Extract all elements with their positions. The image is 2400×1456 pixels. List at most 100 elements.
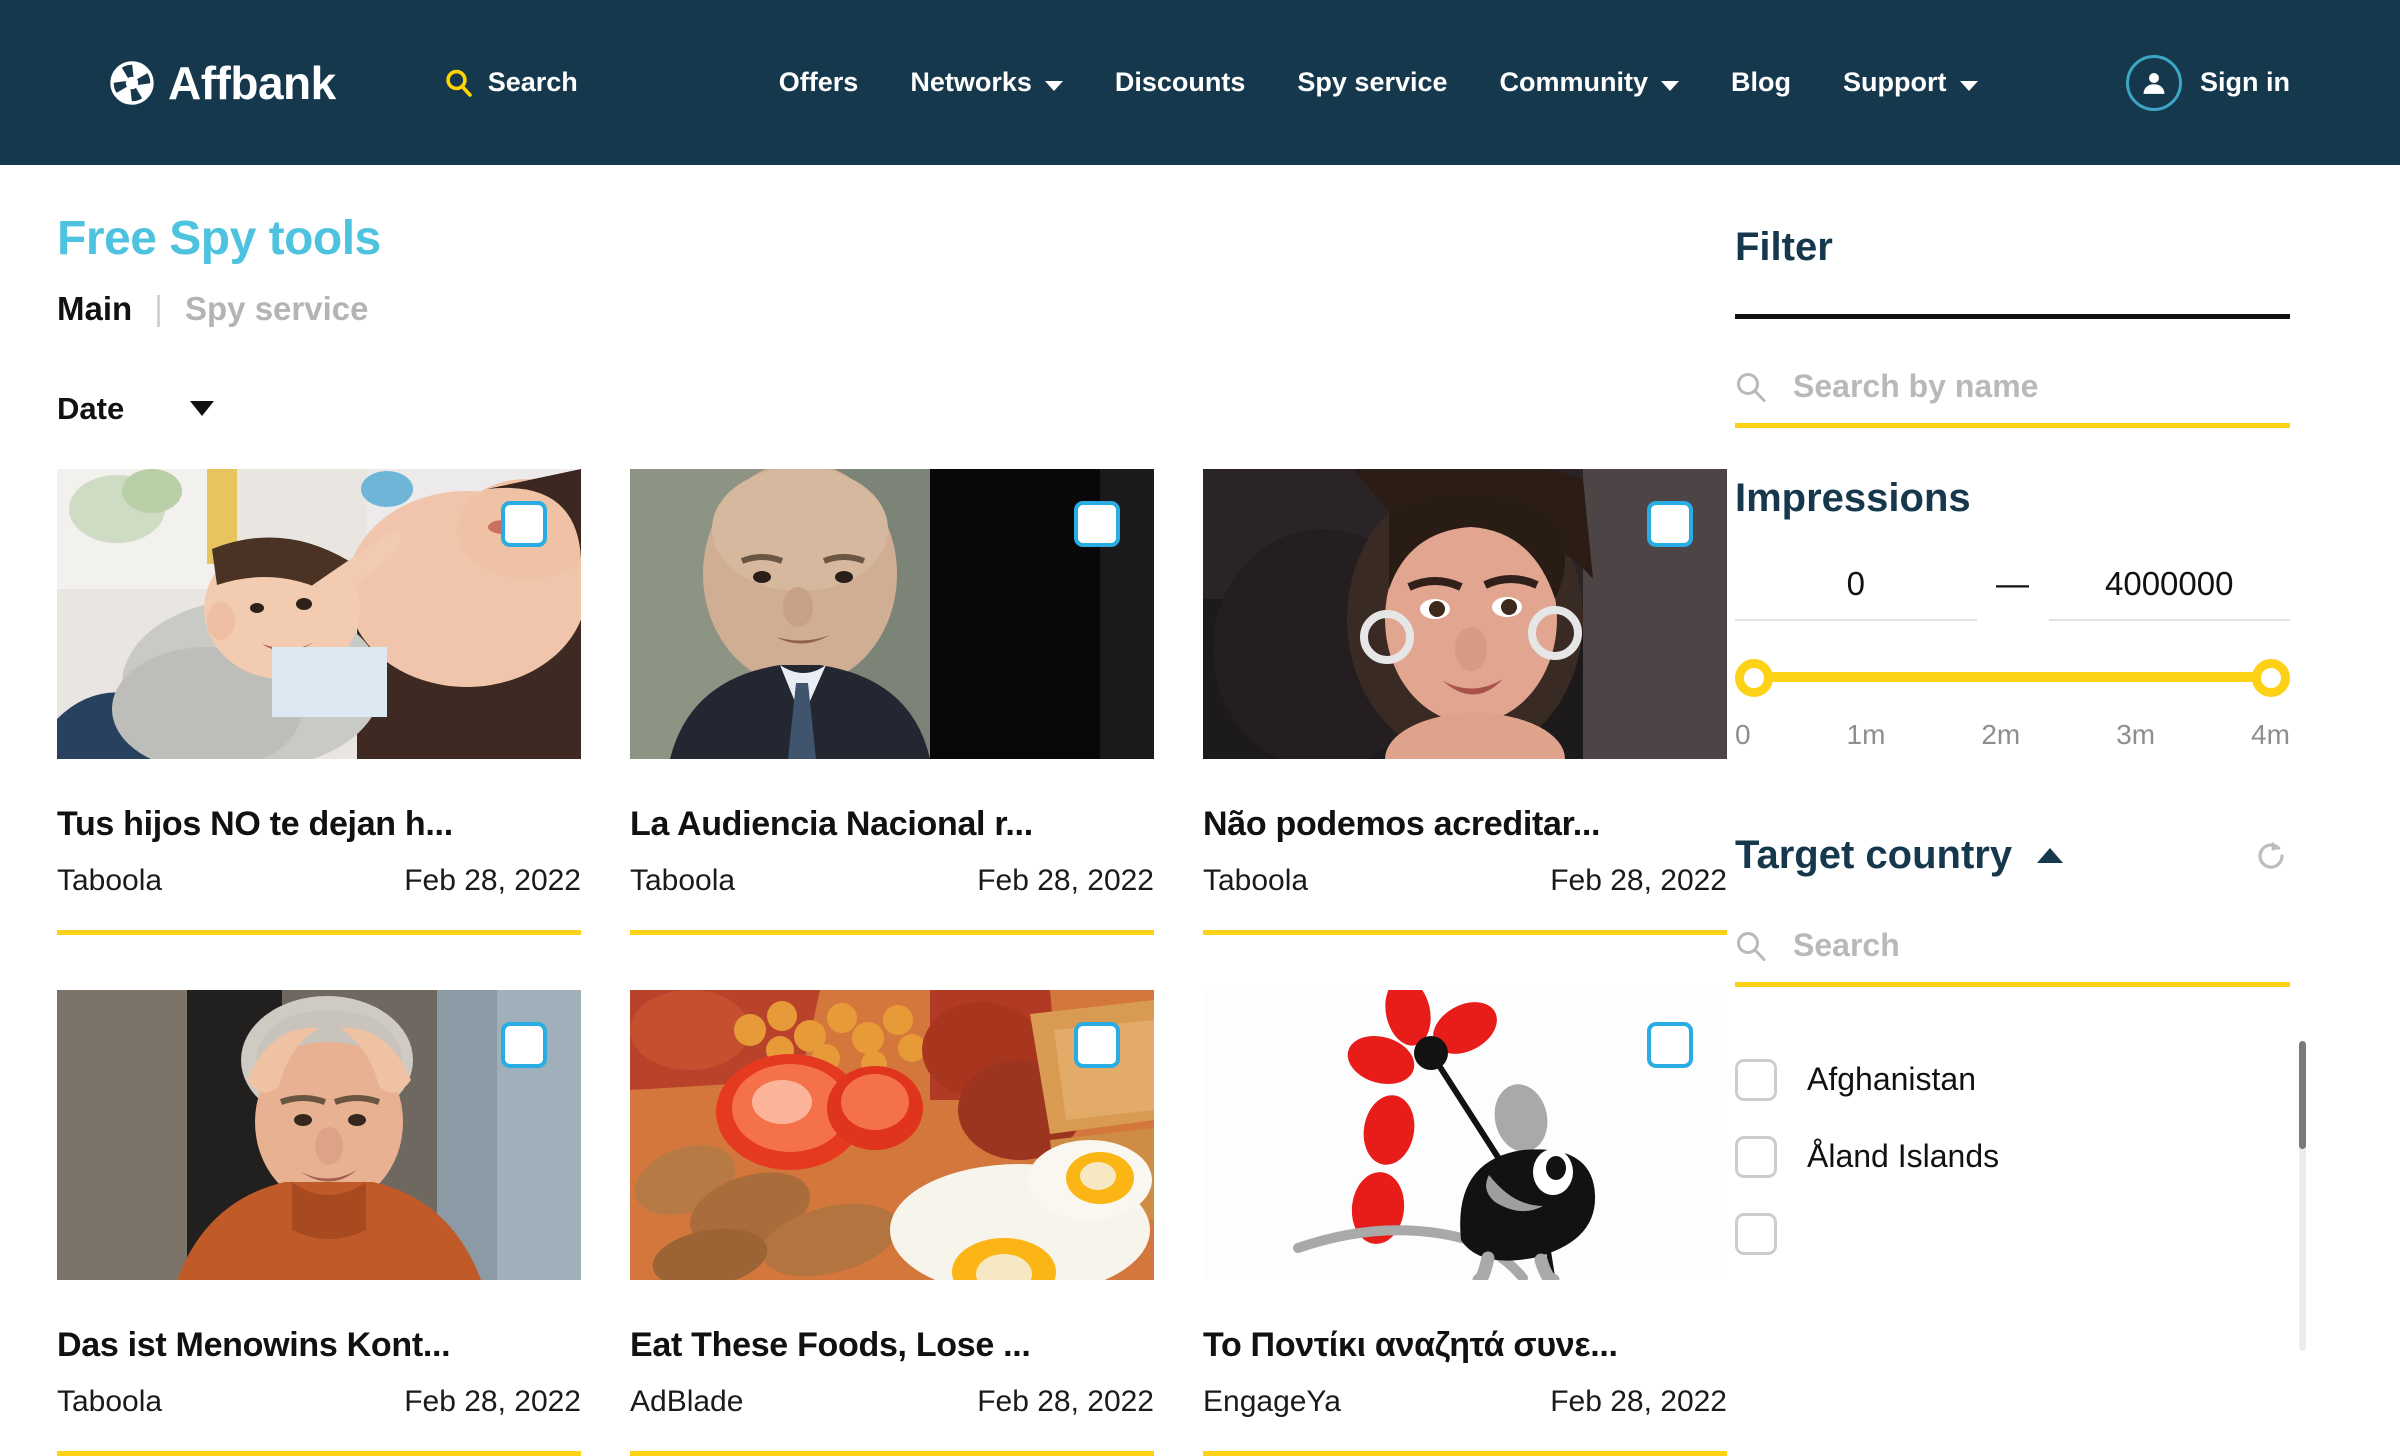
breadcrumb-current: Spy service: [185, 290, 369, 328]
card-date: Feb 28, 2022: [1550, 863, 1727, 897]
country-label: Åland Islands: [1807, 1138, 2000, 1174]
filter-panel: Filter Search by name Impressions 0 — 40…: [1735, 165, 2400, 1456]
filter-panel-title: Filter: [1735, 225, 1833, 269]
nav-item-support[interactable]: Support: [1817, 67, 2003, 98]
sign-in-button[interactable]: Sign in: [2126, 54, 2290, 111]
card-network: Taboola: [57, 1384, 163, 1418]
spy-card[interactable]: Το Ποντίκι αναζητά συνε... EngageYa Feb …: [1203, 989, 1727, 1456]
card-title: La Audiencia Nacional r...: [630, 804, 1033, 843]
card-select-checkbox[interactable]: [501, 1021, 547, 1068]
card-thumbnail[interactable]: [57, 468, 581, 759]
card-thumbnail[interactable]: [630, 989, 1154, 1280]
breadcrumb-separator: |: [154, 289, 164, 328]
card-thumbnail[interactable]: [1203, 468, 1727, 759]
slider-tick: 3m: [2116, 719, 2156, 750]
country-option[interactable]: Afghanistan: [1735, 1041, 2290, 1118]
card-select-checkbox[interactable]: [1074, 1021, 1120, 1068]
country-option[interactable]: Åland Islands: [1735, 1118, 2290, 1195]
chevron-up-icon: [2037, 848, 2064, 863]
card-select-checkbox[interactable]: [1647, 500, 1693, 547]
grid-row-gap: [57, 935, 581, 990]
nav-item-networks[interactable]: Networks: [884, 67, 1089, 98]
card-thumbnail[interactable]: [1203, 989, 1727, 1280]
user-icon: [2126, 54, 2182, 111]
card-thumbnail[interactable]: [57, 989, 581, 1280]
slider-tick: 2m: [1981, 719, 2021, 750]
card-title: Eat These Foods, Lose ...: [630, 1325, 1031, 1364]
chevron-down-icon: [1959, 80, 1978, 91]
filter-name-search[interactable]: Search by name: [1735, 368, 2290, 423]
chevron-down-icon: [190, 401, 215, 417]
slider-tick: 1m: [1846, 719, 1886, 750]
nav-item-offers[interactable]: Offers: [753, 67, 885, 98]
card-network: Taboola: [1203, 863, 1309, 897]
slider-tick: 4m: [2251, 719, 2290, 750]
impressions-max-field[interactable]: 4000000: [2048, 565, 2290, 621]
card-network: AdBlade: [630, 1384, 744, 1418]
nav-item-label: Spy service: [1297, 67, 1448, 97]
main-navigation: Offers Networks Discounts Spy service Co…: [753, 67, 2004, 98]
filter-divider: [1735, 314, 2290, 319]
logo[interactable]: Affbank: [110, 60, 336, 106]
aperture-icon: [110, 60, 154, 105]
impressions-min-field[interactable]: 0: [1735, 565, 1977, 621]
card-network: Taboola: [630, 863, 736, 897]
country-list-scrollbar[interactable]: [2299, 1041, 2306, 1351]
sign-in-label: Sign in: [2200, 67, 2290, 97]
sort-dropdown[interactable]: Date: [57, 391, 1735, 427]
country-label: Afghanistan: [1807, 1061, 1977, 1097]
impressions-max-value: 4000000: [2105, 565, 2234, 602]
country-checkbox-list: Afghanistan Åland Islands: [1735, 1041, 2306, 1351]
card-select-checkbox[interactable]: [1074, 500, 1120, 547]
card-select-checkbox[interactable]: [501, 500, 547, 547]
card-thumbnail[interactable]: [630, 468, 1154, 759]
nav-item-label: Networks: [910, 67, 1032, 97]
scrollbar-thumb[interactable]: [2299, 1041, 2306, 1149]
nav-item-spy-service[interactable]: Spy service: [1271, 67, 1473, 98]
spy-card[interactable]: Não podemos acreditar... Taboola Feb 28,…: [1203, 468, 1727, 935]
card-meta: Taboola Feb 28, 2022: [1203, 864, 1727, 898]
page-title: Free Spy tools: [57, 212, 381, 265]
card-date: Feb 28, 2022: [404, 1384, 581, 1418]
card-date: Feb 28, 2022: [977, 1384, 1154, 1418]
country-checkbox[interactable]: [1735, 1058, 1777, 1101]
impressions-slider[interactable]: [1735, 657, 2290, 697]
country-option[interactable]: [1735, 1195, 2290, 1272]
nav-item-discounts[interactable]: Discounts: [1089, 67, 1272, 98]
slider-track[interactable]: [1751, 672, 2274, 682]
country-search-input[interactable]: Search: [1735, 927, 2290, 982]
nav-item-label: Discounts: [1114, 67, 1246, 97]
nav-item-label: Offers: [778, 67, 859, 97]
spy-card[interactable]: La Audiencia Nacional r... Taboola Feb 2…: [630, 468, 1154, 935]
card-divider: [57, 1450, 581, 1456]
card-select-checkbox[interactable]: [1647, 1021, 1693, 1068]
search-icon: [1735, 371, 1767, 403]
country-checkbox[interactable]: [1735, 1135, 1777, 1178]
nav-item-label: Support: [1843, 67, 1947, 97]
spy-card[interactable]: Tus hijos NO te dejan h... Taboola Feb 2…: [57, 468, 581, 935]
nav-item-community[interactable]: Community: [1474, 67, 1706, 98]
nav-search-button[interactable]: Search: [444, 67, 578, 98]
card-title: Não podemos acreditar...: [1203, 804, 1601, 843]
search-underline: [1735, 423, 2290, 428]
card-divider: [630, 1450, 1154, 1456]
spy-card[interactable]: Das ist Menowins Kont... Taboola Feb 28,…: [57, 989, 581, 1456]
slider-handle-min[interactable]: [1735, 659, 1773, 697]
breadcrumb: Main | Spy service: [57, 290, 1735, 329]
refresh-icon[interactable]: [2252, 837, 2290, 875]
card-date: Feb 28, 2022: [1550, 1384, 1727, 1418]
card-network: Taboola: [57, 863, 163, 897]
country-checkbox[interactable]: [1735, 1212, 1777, 1255]
spy-card[interactable]: Eat These Foods, Lose ... AdBlade Feb 28…: [630, 989, 1154, 1456]
page-body: Free Spy tools Main | Spy service Date T…: [0, 165, 2400, 1456]
target-country-header[interactable]: Target country: [1735, 833, 2290, 878]
impressions-range-inputs: 0 — 4000000: [1735, 565, 2290, 621]
slider-handle-max[interactable]: [2252, 659, 2290, 697]
impressions-min-value: 0: [1846, 565, 1865, 602]
breadcrumb-main[interactable]: Main: [57, 290, 132, 328]
nav-item-blog[interactable]: Blog: [1705, 67, 1817, 98]
card-title: Tus hijos NO te dejan h...: [57, 804, 453, 843]
card-title: Το Ποντίκι αναζητά συνε...: [1203, 1325, 1618, 1364]
nav-search-label: Search: [487, 67, 578, 97]
card-meta: EngageYa Feb 28, 2022: [1203, 1385, 1727, 1419]
